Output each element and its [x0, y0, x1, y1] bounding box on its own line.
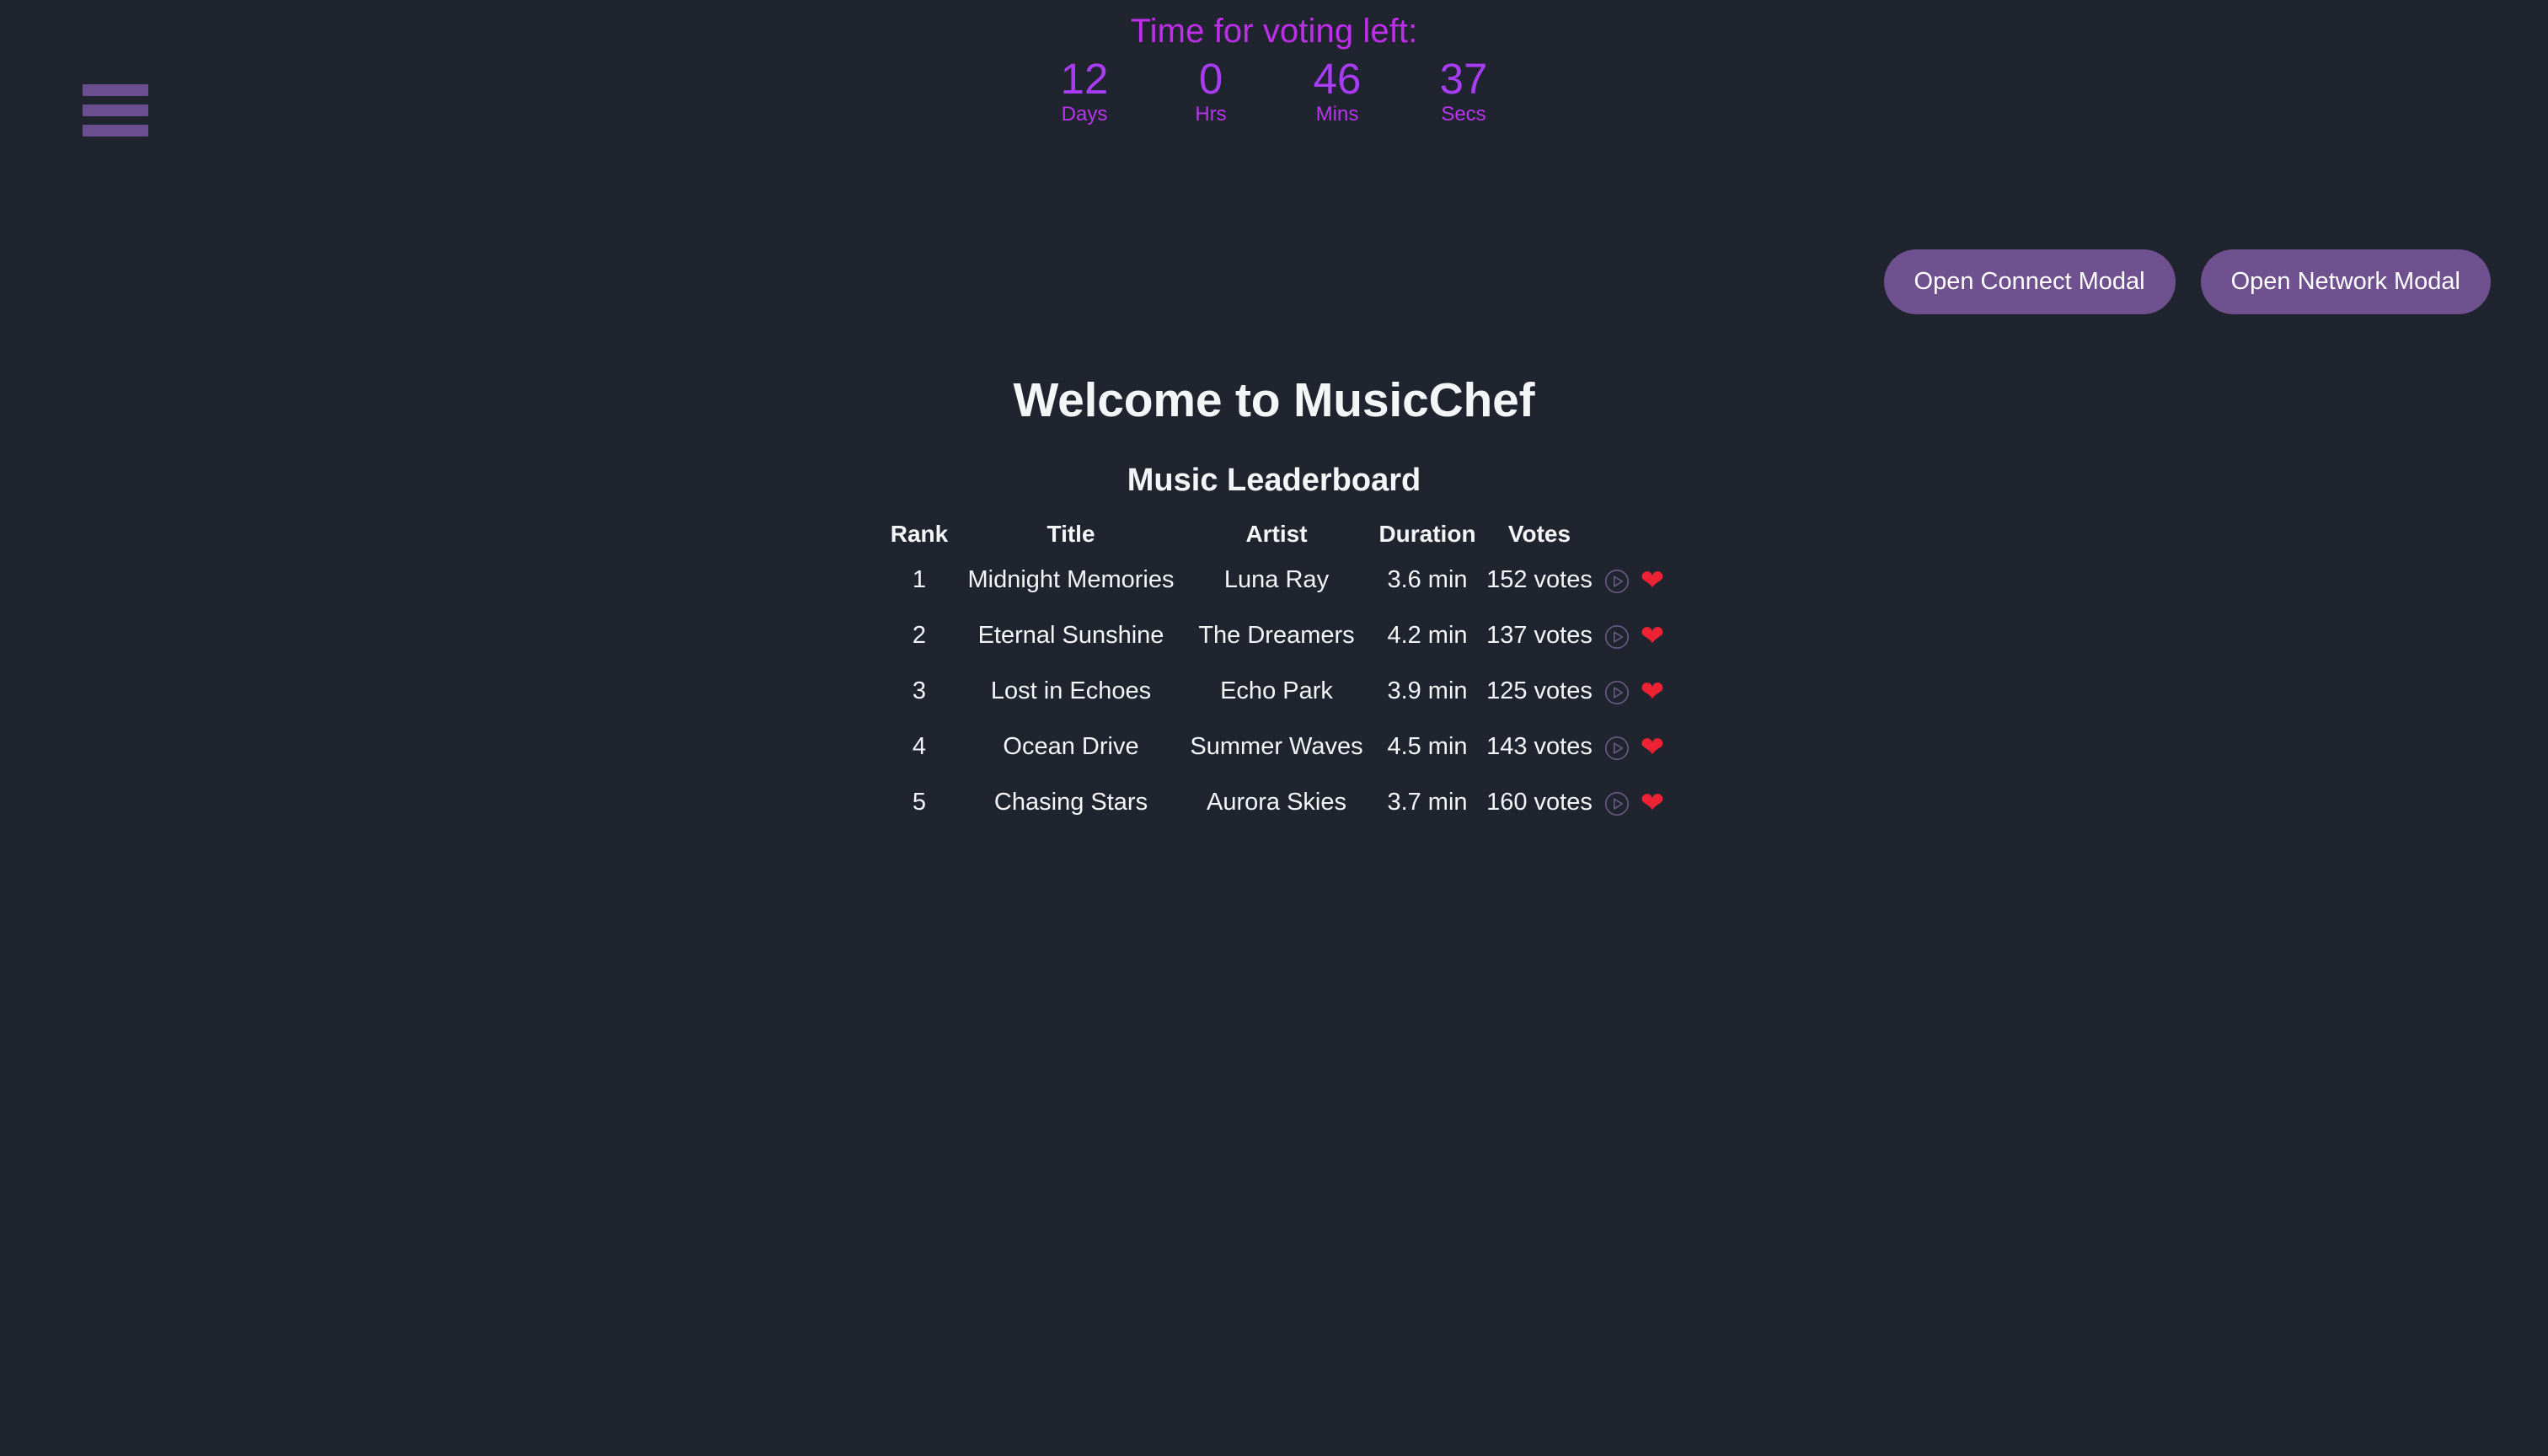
- play-circle-icon[interactable]: [1604, 736, 1630, 761]
- cell-duration: 3.6 min: [1387, 566, 1468, 594]
- cell-title: Ocean Drive: [1003, 733, 1139, 761]
- cell-like: ❤: [1630, 775, 1673, 831]
- column-header-duration: Duration: [1378, 520, 1476, 547]
- cell-rank: 2: [912, 622, 927, 650]
- cell-like: ❤: [1630, 608, 1673, 664]
- column-header-artist: Artist: [1245, 520, 1308, 547]
- column-header-rank: Rank: [890, 520, 949, 547]
- heart-icon[interactable]: ❤: [1641, 677, 1665, 706]
- leaderboard-table: Rank Title Artist Duration Votes 1 Midnig…: [875, 521, 1673, 831]
- table-row: 4 Ocean Drive Summer Waves 4.5 min 143 votes…: [875, 720, 1673, 775]
- play-circle-icon[interactable]: [1604, 569, 1630, 594]
- heart-icon[interactable]: ❤: [1641, 733, 1665, 762]
- leaderboard-table-head: Rank Title Artist Duration Votes: [875, 521, 1673, 553]
- cell-duration: 3.7 min: [1387, 789, 1468, 816]
- cell-duration: 3.9 min: [1387, 677, 1468, 705]
- cell-play: [1598, 608, 1630, 664]
- cell-title: Eternal Sunshine: [977, 622, 1164, 650]
- play-circle-icon[interactable]: [1604, 624, 1630, 650]
- column-header-like: [1630, 521, 1673, 553]
- heart-icon[interactable]: ❤: [1641, 566, 1665, 595]
- column-header-votes: Votes: [1507, 520, 1571, 547]
- cell-rank: 5: [912, 789, 927, 816]
- heart-icon[interactable]: ❤: [1641, 622, 1665, 650]
- cell-votes: 125 votes: [1486, 677, 1592, 705]
- play-circle-icon[interactable]: [1604, 680, 1630, 705]
- cell-title: Chasing Stars: [993, 789, 1148, 816]
- heart-icon[interactable]: ❤: [1641, 789, 1665, 817]
- cell-artist: Luna Ray: [1223, 566, 1330, 594]
- cell-artist: Aurora Skies: [1206, 789, 1346, 816]
- column-header-play: [1598, 521, 1630, 553]
- cell-title: Lost in Echoes: [990, 677, 1152, 705]
- cell-like: ❤: [1630, 720, 1673, 775]
- cell-play: [1598, 664, 1630, 720]
- leaderboard-heading: Music Leaderboard: [1127, 463, 1421, 499]
- cell-votes: 143 votes: [1486, 733, 1592, 761]
- cell-play: [1598, 775, 1630, 831]
- cell-rank: 4: [912, 733, 927, 761]
- cell-duration: 4.2 min: [1387, 622, 1468, 650]
- cell-rank: 1: [912, 566, 927, 594]
- cell-votes: 137 votes: [1486, 622, 1592, 650]
- cell-rank: 3: [912, 677, 927, 705]
- main-content: Welcome to MusicChef Music Leaderboard R…: [0, 0, 2548, 831]
- cell-like: ❤: [1630, 553, 1673, 608]
- leaderboard-table-wrapper: Rank Title Artist Duration Votes 1 Midnig…: [0, 521, 2548, 831]
- table-row: 2 Eternal Sunshine The Dreamers 4.2 min 137 …: [875, 608, 1673, 664]
- play-circle-icon[interactable]: [1604, 791, 1630, 816]
- cell-votes: 152 votes: [1486, 566, 1592, 594]
- cell-artist: Summer Waves: [1190, 733, 1363, 761]
- cell-play: [1598, 553, 1630, 608]
- cell-title: Midnight Memories: [967, 566, 1175, 594]
- table-row: 1 Midnight Memories Luna Ray 3.6 min 152 vot…: [875, 553, 1673, 608]
- cell-artist: Echo Park: [1220, 677, 1333, 705]
- cell-play: [1598, 720, 1630, 775]
- cell-votes: 160 votes: [1486, 789, 1592, 816]
- cell-like: ❤: [1630, 664, 1673, 720]
- cell-artist: The Dreamers: [1198, 622, 1355, 650]
- leaderboard-table-body: 1 Midnight Memories Luna Ray 3.6 min 152 vot…: [875, 553, 1673, 831]
- table-row: 3 Lost in Echoes Echo Park 3.9 min 125 votes…: [875, 664, 1673, 720]
- page-title: Welcome to MusicChef: [1013, 373, 1535, 427]
- column-header-title: Title: [1046, 520, 1095, 547]
- table-row: 5 Chasing Stars Aurora Skies 3.7 min 160 vot…: [875, 775, 1673, 831]
- table-header-row: Rank Title Artist Duration Votes: [875, 521, 1673, 553]
- cell-duration: 4.5 min: [1387, 733, 1468, 761]
